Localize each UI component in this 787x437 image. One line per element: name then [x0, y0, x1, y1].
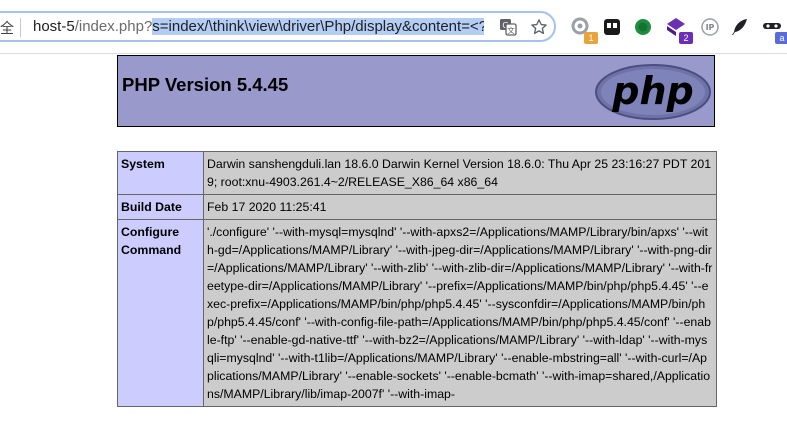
browser-toolbar: 全 host-5/index.php?s=index/\think\view\d…: [0, 0, 787, 54]
php-header: PHP Version 5.4.45 php: [117, 55, 715, 127]
extension-8-icon[interactable]: a: [761, 16, 787, 44]
bookmark-star-icon[interactable]: [529, 17, 549, 37]
url-host: host-5: [33, 18, 75, 35]
feather-icon[interactable]: [729, 16, 751, 38]
translate-icon[interactable]: G 文: [498, 17, 518, 37]
svg-text:IP: IP: [706, 23, 715, 32]
url-path: /index.php: [74, 18, 144, 35]
php-logo-text: php: [611, 69, 693, 113]
php-logo: php: [594, 63, 712, 126]
extension-5-icon[interactable]: IP: [699, 16, 721, 38]
table-row: Build Date Feb 17 2020 11:25:41: [117, 194, 717, 220]
page-content: PHP Version 5.4.45 php System Darwin san…: [0, 54, 787, 437]
php-info-table: System Darwin sanshengduli.lan 18.6.0 Da…: [117, 151, 717, 407]
extension-3-icon[interactable]: [632, 16, 654, 38]
extension-4-icon[interactable]: 2: [665, 16, 693, 44]
row-value-build-date: Feb 17 2020 11:25:41: [203, 194, 717, 220]
url-text[interactable]: host-5/index.php?s=index/\think\view\dri…: [33, 17, 484, 37]
table-row: Configure Command './configure' '--with-…: [117, 219, 717, 407]
row-label-build-date: Build Date: [117, 194, 204, 220]
extension-2-icon[interactable]: [601, 16, 623, 38]
row-label-configure-command: Configure Command: [117, 219, 204, 407]
extension-4-badge: 2: [679, 32, 693, 44]
table-row: System Darwin sanshengduli.lan 18.6.0 Da…: [117, 151, 717, 195]
security-label[interactable]: 全: [0, 20, 14, 36]
extension-8-badge: a: [775, 32, 787, 44]
svg-text:文: 文: [507, 25, 515, 35]
row-value-configure-command: './configure' '--with-mysql=mysqlnd' '--…: [203, 219, 717, 407]
url-selected-query: s=index/\think\view\driver\Php/display&c…: [152, 18, 484, 35]
row-value-system: Darwin sanshengduli.lan 18.6.0 Darwin Ke…: [203, 151, 717, 195]
row-label-system: System: [117, 151, 204, 195]
page-title: PHP Version 5.4.45: [122, 74, 289, 95]
address-separator: [20, 18, 21, 37]
extension-1-icon[interactable]: 1: [570, 16, 598, 44]
extension-1-badge: 1: [584, 32, 598, 44]
